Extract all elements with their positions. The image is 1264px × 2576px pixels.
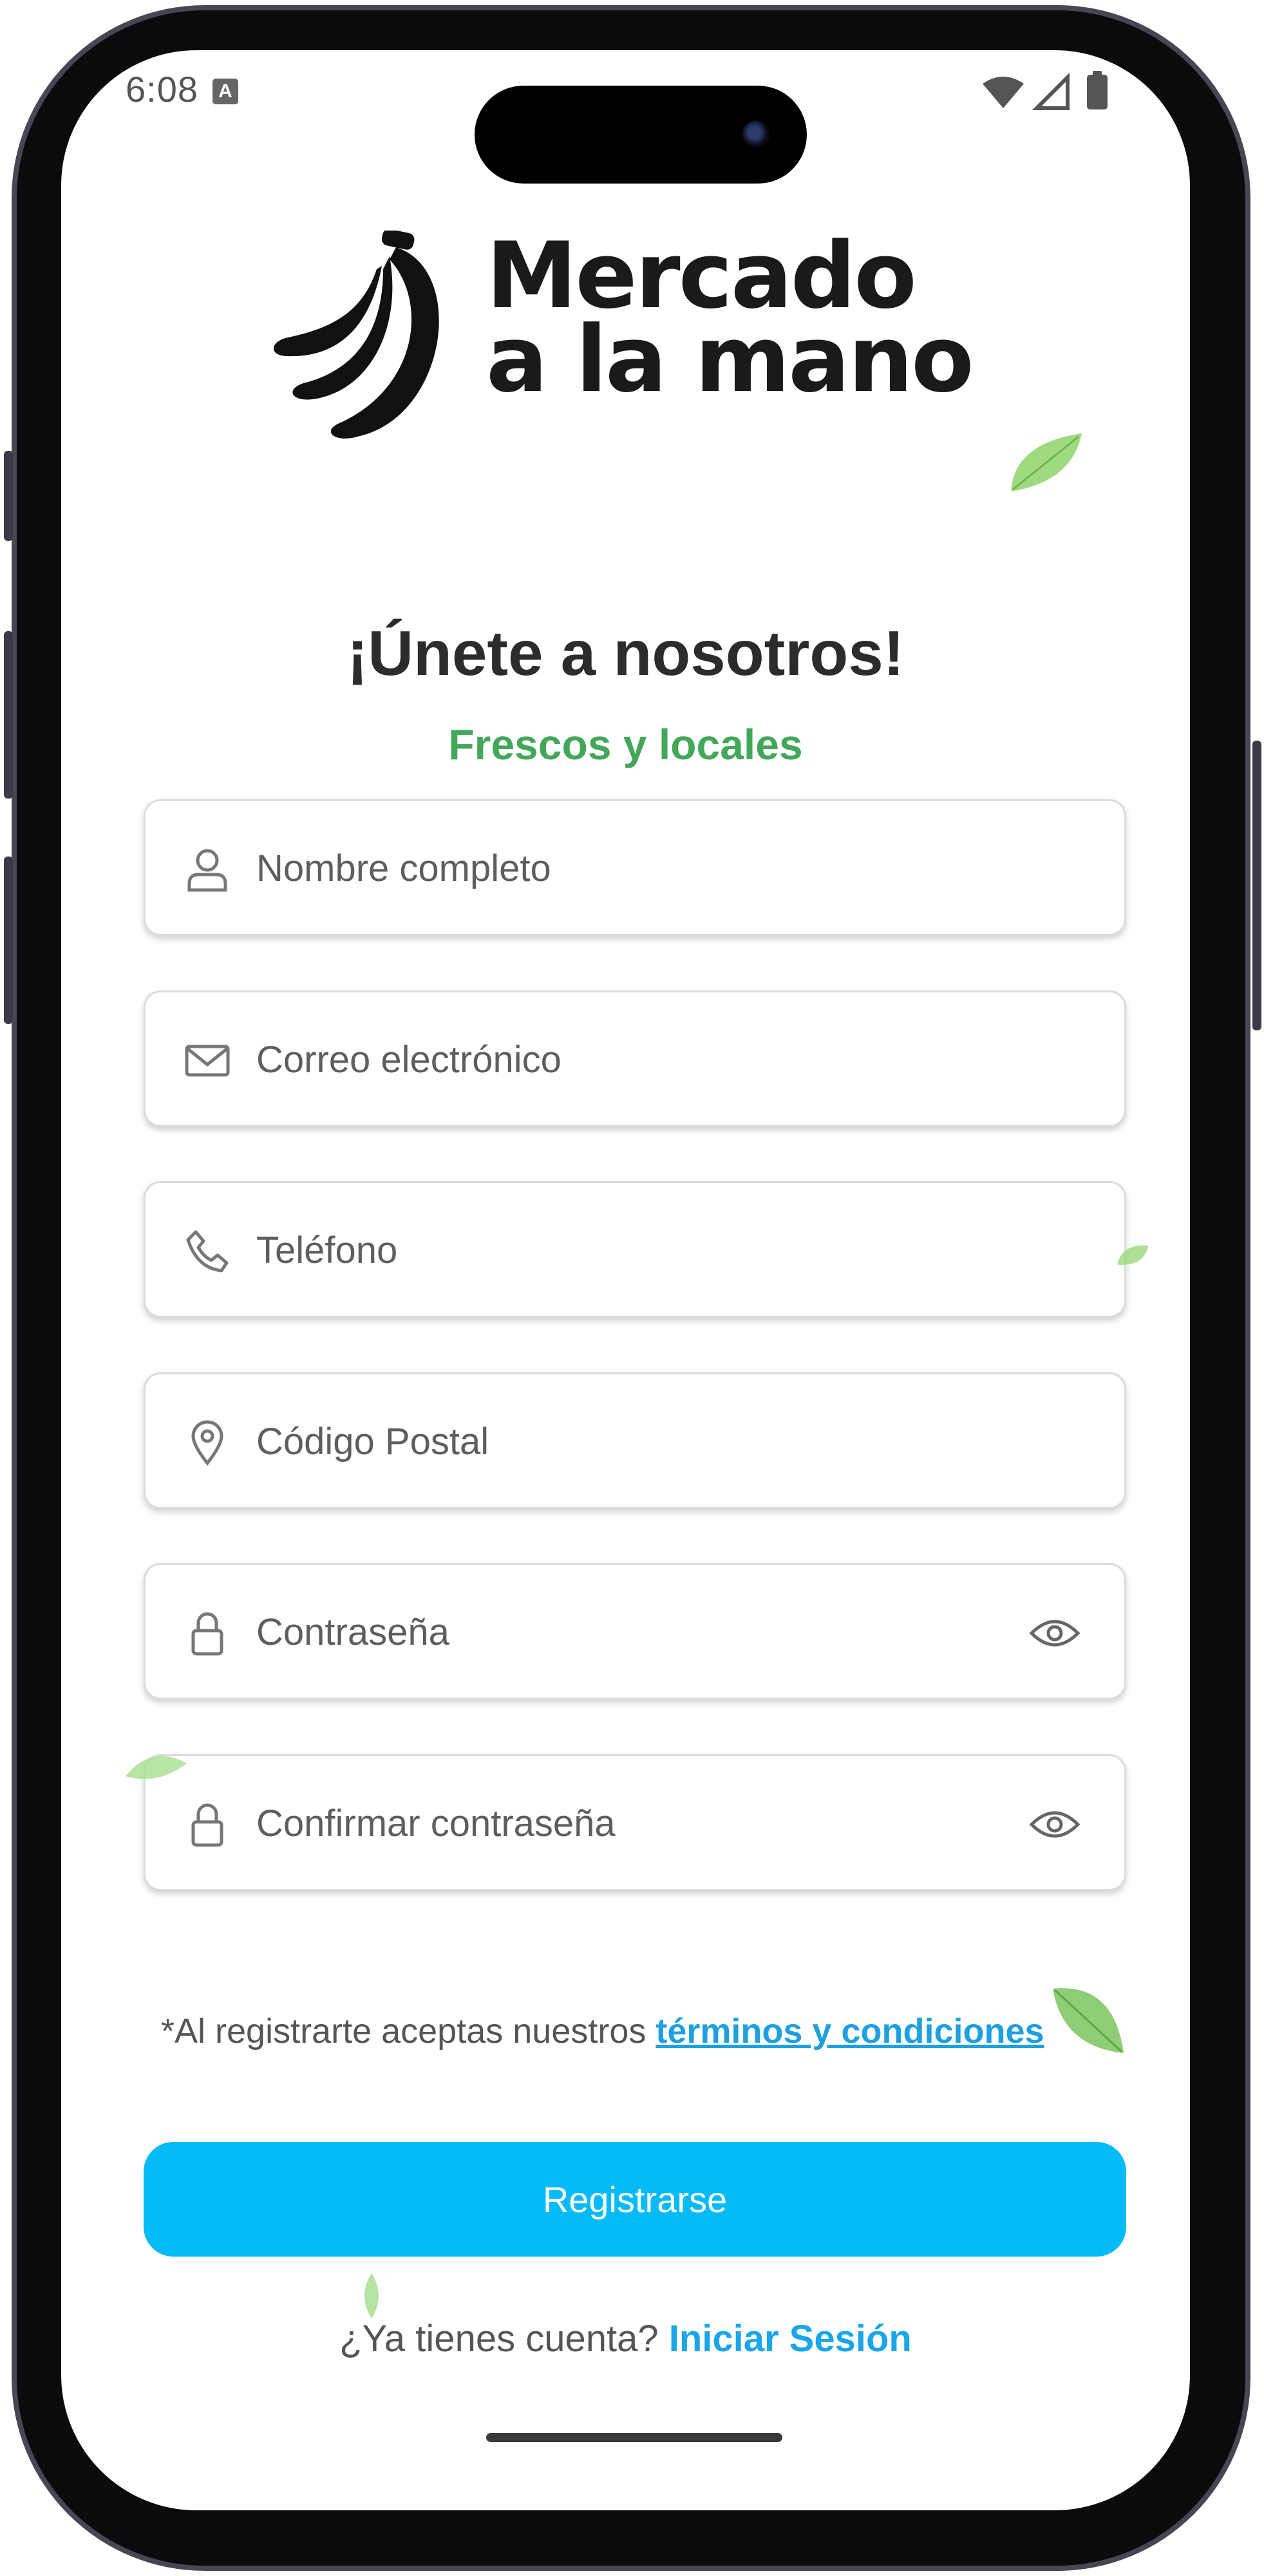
status-icons [983,71,1108,110]
postal-code-input[interactable] [255,1406,998,1476]
phone-input[interactable] [255,1215,998,1285]
user-icon [187,849,227,892]
leaf-decoration-icon [1117,1245,1149,1265]
leaf-decoration-icon [1053,1988,1124,2053]
leaf-decoration-icon [1011,433,1082,491]
email-field[interactable] [144,990,1126,1127]
password-input[interactable] [255,1597,998,1667]
dynamic-island [475,86,807,184]
home-indicator [486,2433,782,2442]
terms-notice: *Al registrarte aceptas nuestros término… [161,2011,1044,2051]
app-screen: 6:08 A Mercado a la mano ¡Únete a nosotr… [61,50,1190,2510]
full-name-field[interactable] [144,799,1126,936]
side-button-left-2 [4,631,13,799]
page-subtitle: Frescos y locales [448,721,803,768]
side-button-left-3 [4,857,13,1024]
signal-icon [1032,72,1070,110]
terms-prefix: *Al registrarte aceptas nuestros [161,2012,656,2050]
leaf-decoration-icon [126,1756,187,1779]
brand-logo: Mercado a la mano [274,231,1014,501]
register-button[interactable]: Registrarse [144,2142,1126,2257]
email-input[interactable] [255,1025,998,1094]
side-button-left-1 [4,451,13,541]
status-time: 6:08 [126,69,198,109]
brand-name-line2: a la mano [486,307,974,413]
location-pin-icon [191,1420,223,1466]
page-title: ¡Únete a nosotros! [346,618,905,688]
phone-icon [186,1230,229,1273]
postal-code-field[interactable] [144,1372,1126,1509]
login-link[interactable]: Iniciar Sesión [669,2318,912,2360]
lock-icon [191,1612,223,1656]
login-question: ¿Ya tienes cuenta? [339,2318,669,2360]
side-button-right [1252,741,1261,1030]
login-prompt: ¿Ya tienes cuenta? Iniciar Sesión [61,2317,1190,2360]
confirm-password-input[interactable] [255,1788,998,1858]
wifi-icon [983,77,1024,108]
full-name-input[interactable] [255,833,998,903]
banana-icon [274,231,439,439]
eye-icon[interactable] [1029,1806,1080,1842]
eye-icon[interactable] [1029,1615,1080,1651]
mail-icon [185,1045,230,1077]
password-field[interactable] [144,1563,1126,1700]
front-camera-icon [742,120,769,147]
confirm-password-field[interactable] [144,1754,1126,1891]
leaf-decoration-icon [364,2273,379,2319]
lock-icon [191,1803,223,1847]
terms-link[interactable]: términos y condiciones [656,2012,1044,2050]
status-notification-icon: A [212,79,238,104]
phone-field[interactable] [144,1181,1126,1318]
battery-icon [1087,75,1108,109]
